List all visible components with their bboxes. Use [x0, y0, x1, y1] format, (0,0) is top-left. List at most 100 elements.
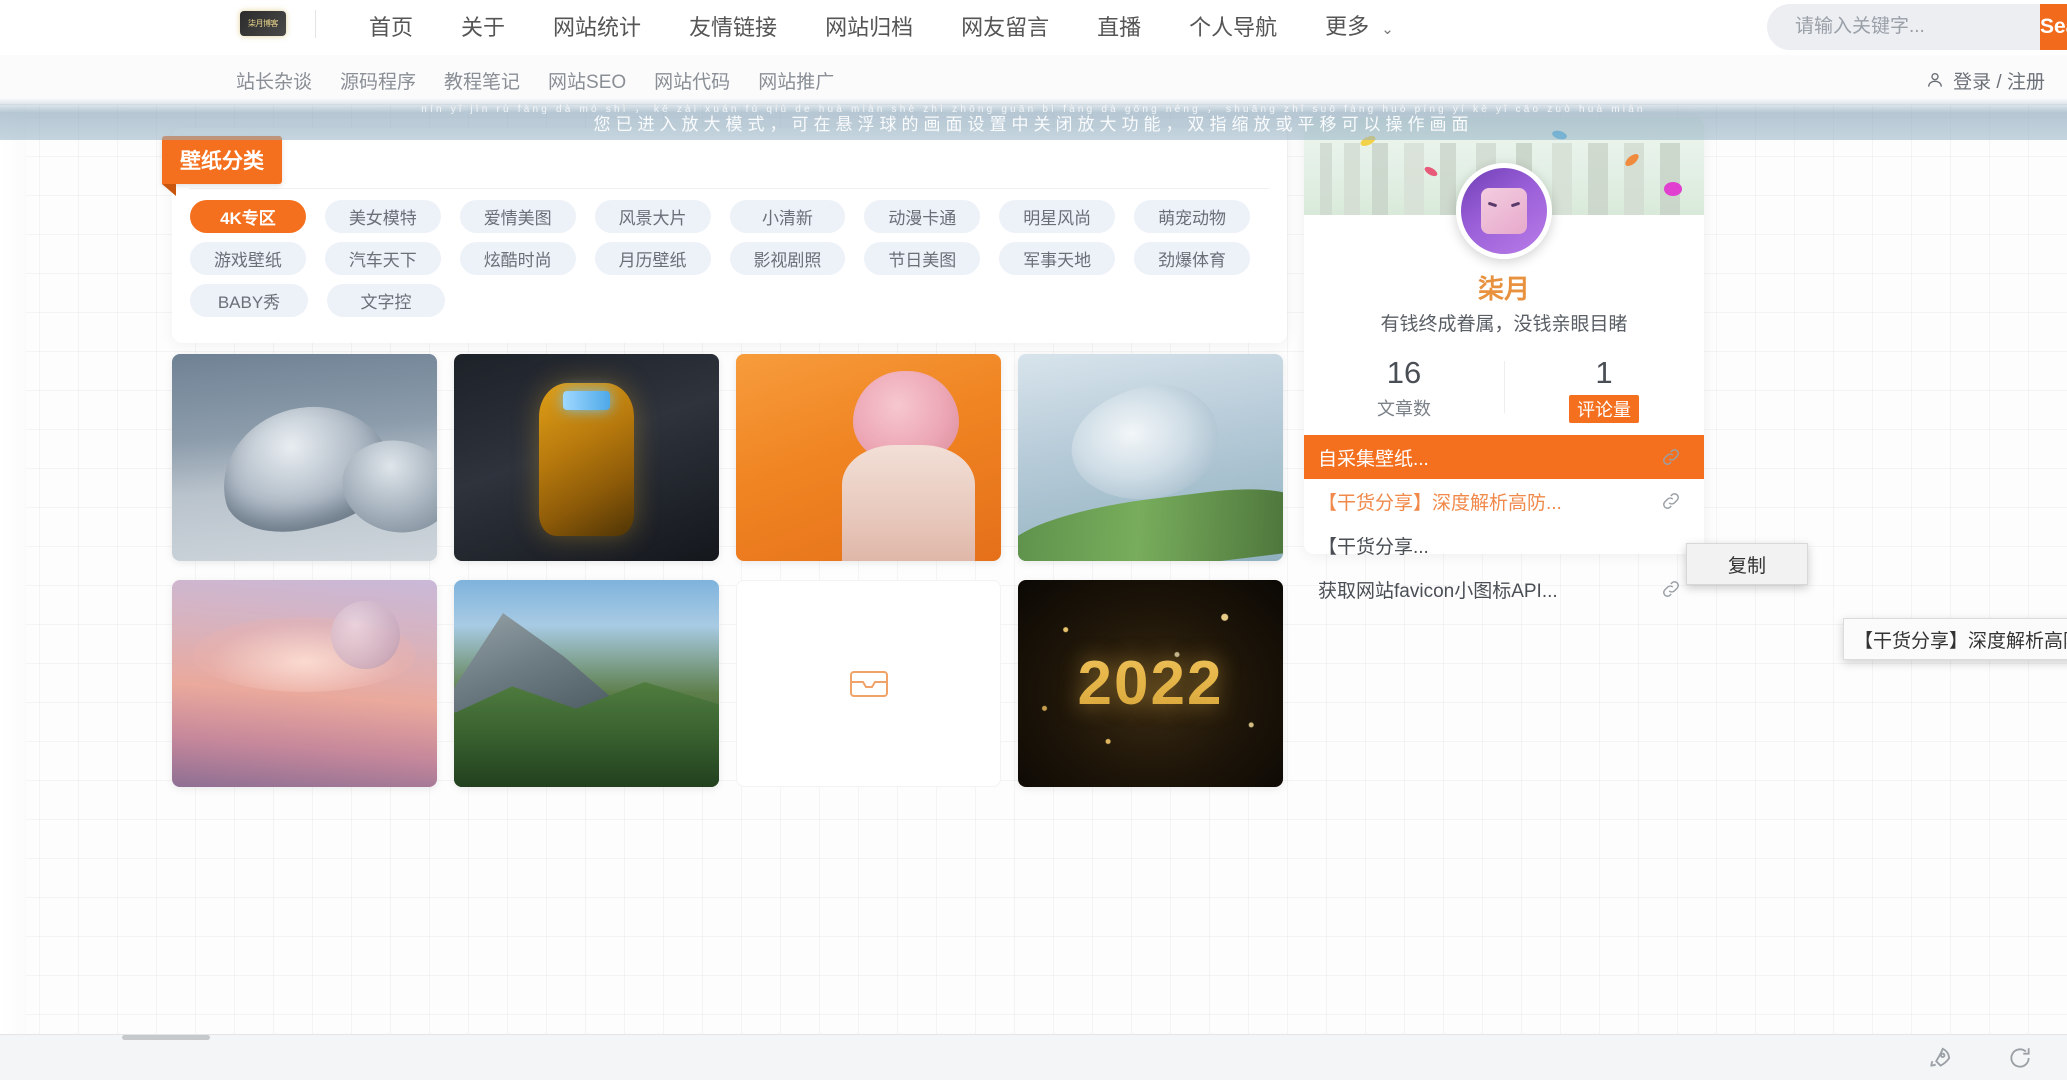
category-chip-row: BABY秀 文字控 [190, 284, 1269, 317]
category-panel-title: 壁纸分类 [162, 136, 282, 196]
wallpaper-category-panel: 壁纸分类 4K专区 美女模特 爱情美图 风景大片 小清新 动漫卡通 明星风尚 萌… [162, 128, 1287, 343]
category-chip-sports[interactable]: 劲爆体育 [1134, 242, 1250, 275]
subnav-item-tutorial[interactable]: 教程笔记 [430, 67, 534, 94]
rocket-icon[interactable] [1927, 1045, 1953, 1071]
subnav-item-seo[interactable]: 网站SEO [534, 67, 640, 94]
profile-card: 柒月 有钱终成眷属，没钱亲眼目睹 16 文章数 1 评论量 自采集壁纸... 【… [1304, 117, 1704, 602]
logo-divider [315, 10, 316, 38]
nav-item-archive[interactable]: 网站归档 [801, 0, 937, 55]
category-chip-military[interactable]: 军事天地 [999, 242, 1116, 275]
category-chip-anime[interactable]: 动漫卡通 [864, 200, 981, 233]
gallery-item-butterfly[interactable] [1018, 354, 1283, 561]
system-bottom-bar [0, 1034, 2067, 1080]
category-chip-pets[interactable]: 萌宠动物 [1134, 200, 1250, 233]
page-root: 柒月博客 首页 关于 网站统计 友情链接 网站归档 网友留言 直播 个人导航 更… [0, 0, 2067, 1080]
nav-item-more[interactable]: 更多 ⌄ [1301, 0, 1418, 57]
category-chip-games[interactable]: 游戏壁纸 [190, 242, 306, 275]
article-link-text: 【干货分享】深度解析高防... [1318, 492, 1562, 514]
category-chip-rows: 4K专区 美女模特 爱情美图 风景大片 小清新 动漫卡通 明星风尚 萌宠动物 游… [190, 200, 1269, 317]
secondary-navigation-bar: 站长杂谈 源码程序 教程笔记 网站SEO 网站代码 网站推广 登录 / 注册 [0, 55, 2067, 105]
nav-item-stats[interactable]: 网站统计 [529, 0, 665, 55]
nav-item-personal-nav[interactable]: 个人导航 [1165, 0, 1301, 55]
article-link-text: 自采集壁纸... [1318, 448, 1429, 470]
avatar[interactable] [1456, 163, 1552, 259]
image-placeholder-icon [849, 670, 888, 697]
left-page-edge [0, 105, 26, 1034]
article-link-row[interactable]: 获取网站favicon小图标API... [1304, 567, 1704, 611]
nav-label: 网站归档 [825, 15, 914, 40]
chevron-down-icon: ⌄ [1381, 20, 1394, 38]
avatar-face-icon [1481, 188, 1527, 234]
link-icon [1663, 581, 1679, 597]
nav-item-home[interactable]: 首页 [345, 0, 437, 55]
category-chip-calendar[interactable]: 月历壁纸 [594, 242, 711, 275]
stat-articles: 16 文章数 [1304, 353, 1504, 423]
nav-item-guestbook[interactable]: 网友留言 [937, 0, 1073, 55]
top-header-bar: 柒月博客 首页 关于 网站统计 友情链接 网站归档 网友留言 直播 个人导航 更… [0, 0, 2067, 55]
nav-label: 首页 [369, 15, 414, 40]
article-link-row[interactable]: 【干货分享... [1304, 523, 1704, 567]
account-label: 登录 / 注册 [1953, 71, 2045, 93]
subnav-item-code[interactable]: 网站代码 [640, 67, 744, 94]
search-bar: Search [1767, 4, 2067, 50]
stat-value: 16 [1386, 355, 1422, 390]
gallery-item-robot[interactable] [454, 354, 719, 561]
article-link-row-hovered[interactable]: 【干货分享】深度解析高防... [1304, 479, 1704, 523]
refresh-icon[interactable] [2007, 1045, 2033, 1071]
system-bar-icons [1927, 1045, 2033, 1071]
category-chip-holiday[interactable]: 节日美图 [864, 242, 981, 275]
category-chip-love[interactable]: 爱情美图 [459, 200, 576, 233]
tooltip-text: 【干货分享】深度解析高防服... [1854, 630, 2067, 652]
search-button[interactable]: Search [2040, 4, 2067, 50]
scroll-indicator[interactable] [122, 1035, 210, 1040]
stat-label: 文章数 [1377, 399, 1431, 419]
right-sidebar: 柒月 有钱终成眷属，没钱亲眼目睹 16 文章数 1 评论量 自采集壁纸... 【… [1304, 117, 1704, 602]
confetti-dot [1664, 181, 1682, 196]
gallery-item-model[interactable] [736, 354, 1001, 561]
article-link-row-selected[interactable]: 自采集壁纸... [1304, 435, 1704, 479]
category-chip-fresh[interactable]: 小清新 [729, 200, 846, 233]
gallery-item-radio-telescope[interactable] [172, 354, 437, 561]
gallery-item-pink-sky[interactable] [172, 580, 437, 787]
gallery-item-2022-newyear[interactable] [1018, 580, 1283, 787]
subnav-item-promotion[interactable]: 网站推广 [744, 67, 848, 94]
nav-label: 友情链接 [689, 15, 778, 40]
category-chip-row: 游戏壁纸 汽车天下 炫酷时尚 月历壁纸 影视剧照 节日美图 军事天地 劲爆体育 [190, 242, 1269, 275]
category-chip-text[interactable]: 文字控 [327, 284, 445, 317]
category-chip-4k[interactable]: 4K专区 [190, 200, 306, 233]
secondary-nav-links: 站长杂谈 源码程序 教程笔记 网站SEO 网站代码 网站推广 [222, 55, 848, 105]
category-chip-celebrity[interactable]: 明星风尚 [999, 200, 1116, 233]
category-chip-cars[interactable]: 汽车天下 [324, 242, 441, 275]
copy-context-menu[interactable]: 复制 [1686, 543, 1808, 585]
site-logo[interactable]: 柒月博客 [240, 11, 286, 36]
article-link-text: 获取网站favicon小图标API... [1318, 580, 1558, 602]
category-chip-baby[interactable]: BABY秀 [190, 284, 308, 317]
wallpaper-gallery-grid [172, 354, 1287, 787]
stat-value: 1 [1595, 355, 1613, 390]
nav-label: 更多 [1325, 13, 1370, 39]
category-chip-model[interactable]: 美女模特 [324, 200, 441, 233]
gallery-item-mountain[interactable] [454, 580, 719, 787]
nav-item-live[interactable]: 直播 [1073, 0, 1165, 55]
stat-comments: 1 评论量 [1504, 353, 1704, 423]
copy-menu-label: 复制 [1727, 555, 1766, 577]
nav-item-about[interactable]: 关于 [437, 0, 529, 55]
nav-label: 个人导航 [1189, 15, 1278, 40]
nav-item-links[interactable]: 友情链接 [665, 0, 801, 55]
category-chip-landscape[interactable]: 风景大片 [594, 200, 711, 233]
confetti-dot [1551, 128, 1568, 141]
user-icon [1928, 72, 1943, 87]
category-chip-movies[interactable]: 影视剧照 [729, 242, 846, 275]
profile-name: 柒月 [1477, 274, 1530, 304]
nav-label: 网友留言 [961, 15, 1050, 40]
subnav-item-source[interactable]: 源码程序 [326, 67, 430, 94]
article-title-tooltip: 【干货分享】深度解析高防服... [1843, 618, 2067, 660]
category-chip-fashion[interactable]: 炫酷时尚 [459, 242, 576, 275]
category-chip-row: 4K专区 美女模特 爱情美图 风景大片 小清新 动漫卡通 明星风尚 萌宠动物 [190, 200, 1269, 233]
account-area[interactable]: 登录 / 注册 [1925, 55, 2045, 105]
gallery-item-placeholder[interactable] [736, 580, 1001, 787]
search-input[interactable] [1767, 16, 2040, 38]
subnav-item-zhanzhang[interactable]: 站长杂谈 [222, 67, 326, 94]
profile-stats: 16 文章数 1 评论量 [1304, 353, 1704, 423]
magnify-banner-pinyin: nín yǐ jìn rù fàng dà mó shì ， kě zài xu… [421, 103, 1646, 115]
